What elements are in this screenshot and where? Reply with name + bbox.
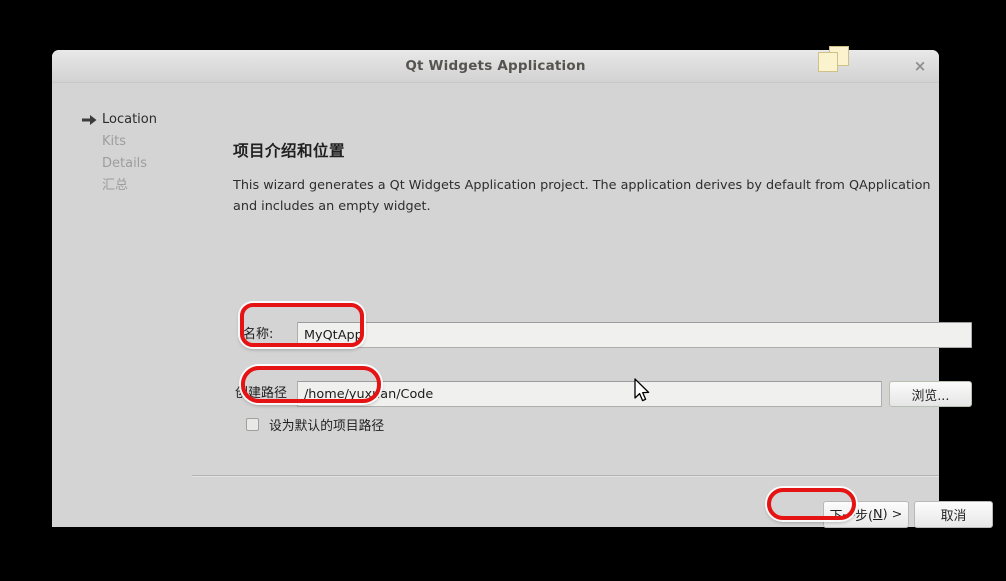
sidebar-item-location[interactable]: Location [52, 109, 180, 131]
sidebar-item-label: 汇总 [102, 178, 129, 193]
sidebar-item-kits[interactable]: Kits [52, 131, 180, 153]
cascade-square-front [818, 52, 838, 72]
sidebar-item-label: Location [102, 112, 157, 127]
default-path-checkbox-label: 设为默认的项目路径 [269, 419, 385, 434]
next-button-label-suffix: ) > [882, 507, 903, 522]
wizard-dialog: Qt Widgets Application × Location Kits D… [52, 46, 993, 528]
project-path-label: 创建路径 [235, 386, 288, 401]
default-path-checkbox-row[interactable]: 设为默认的项目路径 [246, 415, 384, 434]
arrow-right-icon [82, 115, 97, 125]
browse-button[interactable]: 浏览... [889, 381, 972, 407]
dialog-titlebar[interactable]: Qt Widgets Application × [52, 50, 939, 83]
project-name-input[interactable] [297, 322, 972, 348]
cascade-windows-icon [817, 46, 851, 74]
project-name-label: 名称: [243, 327, 274, 342]
page-description: This wizard generates a Qt Widgets Appli… [233, 178, 931, 214]
next-button-accesskey: N [873, 507, 883, 522]
sidebar-item-label: Details [102, 156, 148, 171]
footer-separator [192, 475, 939, 477]
sidebar-item-details[interactable]: Details [52, 153, 180, 175]
page-title: 项目介绍和位置 [233, 142, 346, 160]
next-button-label-prefix: 下一步( [829, 509, 873, 524]
dialog-title: Qt Widgets Application [405, 58, 586, 74]
sidebar-item-summary[interactable]: 汇总 [52, 175, 180, 197]
sidebar-item-label: Kits [102, 134, 127, 149]
wizard-content: 项目介绍和位置 This wizard generates a Qt Widge… [180, 83, 993, 528]
cancel-button[interactable]: 取消 [914, 501, 993, 528]
close-icon[interactable]: × [907, 54, 933, 78]
wizard-step-nav: Location Kits Details 汇总 [52, 83, 180, 197]
default-path-checkbox[interactable] [246, 418, 259, 431]
next-button[interactable]: 下一步(N) > [823, 501, 909, 528]
project-path-input[interactable] [297, 381, 882, 407]
